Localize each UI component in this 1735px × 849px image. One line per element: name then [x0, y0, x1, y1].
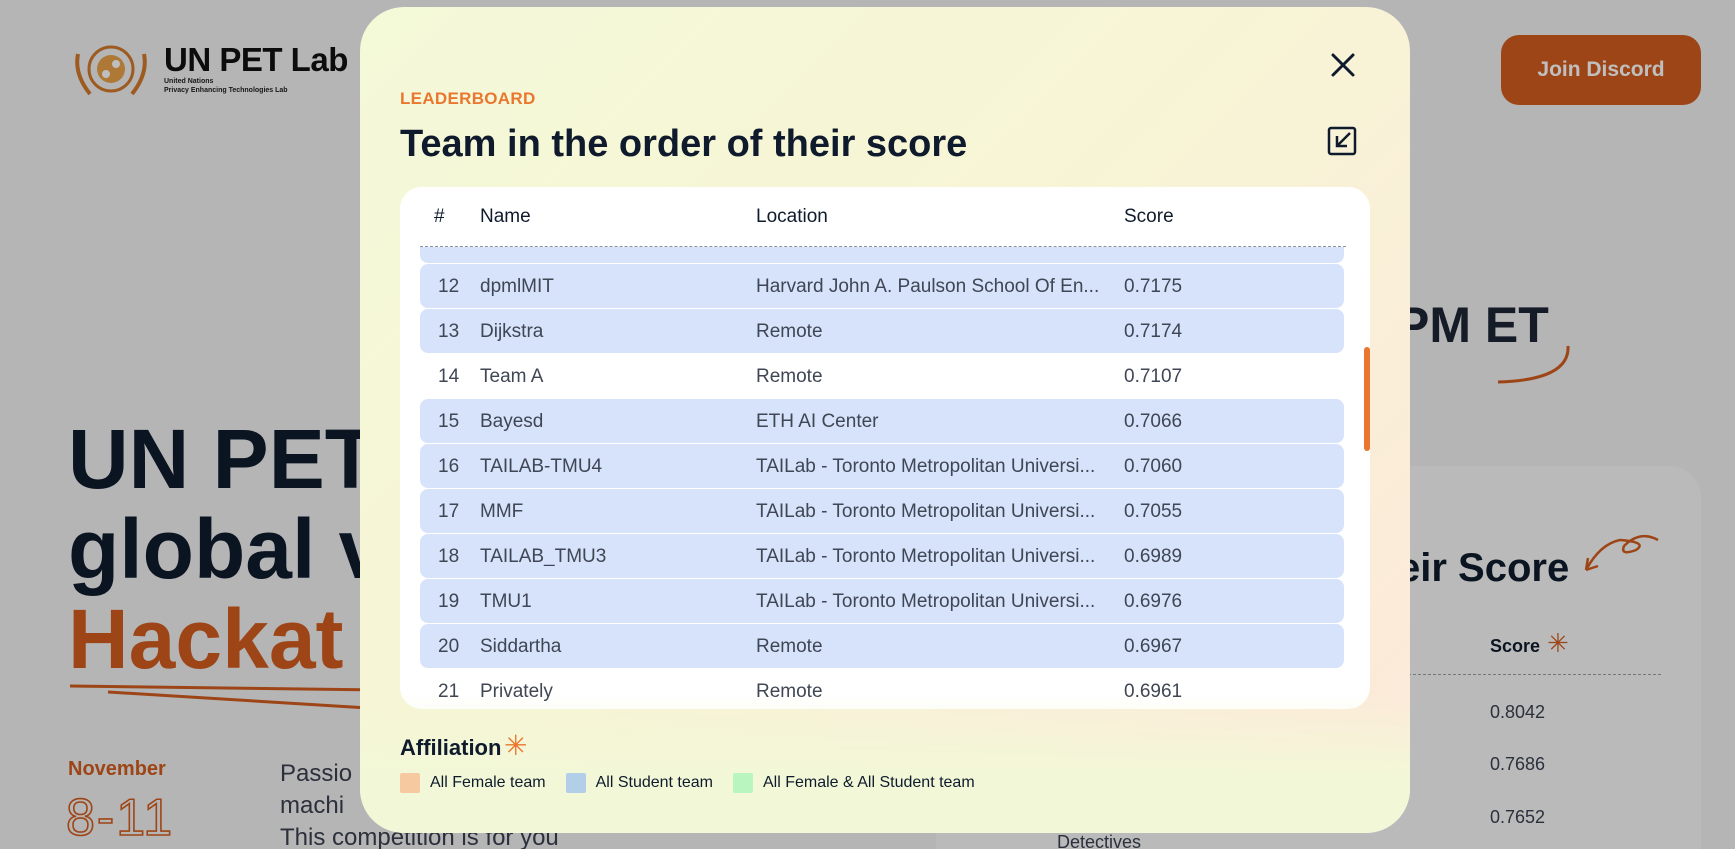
table-scrollbar-thumb[interactable] [1364, 347, 1370, 451]
table-row: 16 TAILAB-TMU4 TAILab - Toronto Metropolit… [400, 444, 1370, 489]
row-location: Remote [756, 247, 1100, 253]
row-team-name: TAILAB_TMU3 [480, 545, 607, 567]
leaderboard-modal: LEADERBOARD Team in the order of their s… [360, 7, 1410, 833]
row-location: Remote [756, 635, 823, 657]
table-row: 20 Siddartha Remote 0.6967 [400, 624, 1370, 669]
row-rank: 13 [438, 320, 460, 342]
close-icon[interactable] [1325, 47, 1361, 83]
table-header: # Name Location Score [400, 187, 1370, 247]
table-row: 13 Dijkstra Remote 0.7174 [400, 309, 1370, 354]
table-row: 15 Bayesd ETH AI Center 0.7066 [400, 399, 1370, 444]
row-team-name: Team A [480, 365, 544, 387]
row-score: 0.7066 [1124, 410, 1183, 432]
row-score: 0.7055 [1124, 500, 1183, 522]
affiliation-legend: All Female team All Student team All Fem… [400, 773, 975, 793]
legend-label: All Female team [430, 774, 546, 791]
row-rank: 20 [438, 635, 460, 657]
row-score: 0.6961 [1124, 680, 1183, 702]
column-header-rank: # [434, 206, 445, 227]
row-score: 0.7174 [1124, 320, 1183, 342]
row-team-name: TMU1 [480, 590, 532, 612]
modal-eyebrow: LEADERBOARD [400, 89, 536, 108]
row-team-name: Privately [480, 680, 553, 702]
collapse-icon[interactable] [1326, 125, 1358, 157]
affiliation-title: Affiliation [400, 735, 502, 760]
row-score: 0.7107 [1124, 365, 1183, 387]
row-location: TAILab - Toronto Metropolitan Universi..… [756, 545, 1096, 567]
row-rank: 15 [438, 410, 460, 432]
row-team-name: IS21ef [480, 247, 740, 253]
asterisk-icon: ✳ [504, 730, 528, 761]
row-score: 0.7060 [1124, 455, 1183, 477]
column-header-name: Name [480, 206, 531, 227]
row-rank: 14 [438, 365, 460, 387]
row-team-name: TAILAB-TMU4 [480, 455, 603, 477]
header-divider [420, 246, 1346, 247]
row-location: Remote [756, 320, 823, 342]
row-rank: 19 [438, 590, 460, 612]
modal-bottom-fade [360, 693, 1410, 833]
legend-item-female: All Female team [400, 773, 546, 793]
table-row: 12 dpmlMIT Harvard John A. Paulson School … [400, 264, 1370, 309]
row-location: TAILab - Toronto Metropolitan Universi..… [756, 590, 1096, 612]
row-location: Remote [756, 680, 823, 702]
table-row: 11 IS21ef Remote 0.7209 [400, 247, 1370, 264]
leaderboard-table: # Name Location Score 11 IS21ef Remote 0.72… [400, 187, 1370, 709]
row-rank: 11 [438, 247, 458, 253]
row-team-name: dpmlMIT [480, 275, 554, 297]
row-location: TAILab - Toronto Metropolitan Universi..… [756, 455, 1096, 477]
table-row: 14 Team A Remote 0.7107 [400, 354, 1370, 399]
legend-item-female-student: All Female & All Student team [733, 773, 975, 793]
row-score: 0.6989 [1124, 545, 1183, 567]
row-team-name: MMF [480, 500, 524, 522]
table-row: 21 Privately Remote 0.6961 [400, 669, 1370, 709]
table-row: 19 TMU1 TAILab - Toronto Metropolitan Univ… [400, 579, 1370, 624]
legend-label: All Female & All Student team [763, 774, 975, 791]
row-location: ETH AI Center [756, 410, 879, 432]
row-score: 0.6967 [1124, 635, 1183, 657]
legend-item-student: All Student team [565, 773, 713, 793]
row-rank: 21 [438, 680, 460, 702]
table-row: 18 TAILAB_TMU3 TAILab - Toronto Metropolit… [400, 534, 1370, 579]
row-score: 0.7175 [1124, 275, 1183, 297]
row-team-name: Dijkstra [480, 320, 544, 342]
row-rank: 12 [438, 275, 460, 297]
legend-swatch [733, 773, 753, 793]
modal-title: Team in the order of their score [400, 123, 968, 165]
legend-swatch [400, 773, 420, 793]
row-rank: 16 [438, 455, 460, 477]
legend-swatch [565, 773, 586, 793]
row-location: Remote [756, 365, 823, 387]
table-rows: 11 IS21ef Remote 0.7209 12 dpmlMIT Harvard Joh… [400, 247, 1370, 709]
row-score: 0.7209 [1124, 247, 1182, 253]
column-header-location: Location [756, 206, 828, 227]
row-location: TAILab - Toronto Metropolitan Universi..… [756, 500, 1096, 522]
row-team-name: Bayesd [480, 410, 544, 432]
row-score: 0.6976 [1124, 590, 1183, 612]
column-header-score: Score [1124, 206, 1174, 227]
row-rank: 18 [438, 545, 460, 567]
row-team-name: Siddartha [480, 635, 562, 657]
table-body[interactable]: 11 IS21ef Remote 0.7209 12 dpmlMIT Harvard Joh… [400, 247, 1370, 709]
table-row: 17 MMF TAILab - Toronto Metropolitan Unive… [400, 489, 1370, 534]
row-location: Harvard John A. Paulson School Of En... [756, 275, 1100, 297]
row-rank: 17 [438, 500, 460, 522]
legend-label: All Student team [595, 774, 713, 791]
